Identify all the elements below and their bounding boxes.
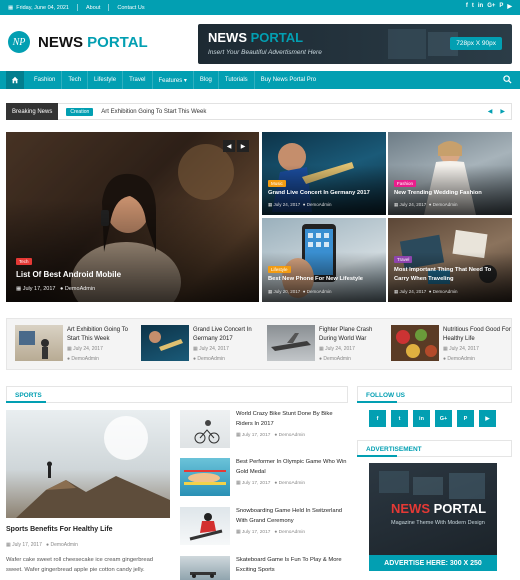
nav-item-buy-pro[interactable]: Buy News Portal Pro <box>255 71 322 89</box>
chevron-right-icon[interactable]: ▶ <box>500 108 505 115</box>
main-navigation: Fashion Tech Lifestyle Travel Features ▾… <box>0 71 520 89</box>
category-badge[interactable]: Fashion <box>394 180 417 187</box>
section-heading-sports: SPORTS <box>6 386 348 403</box>
post-title[interactable]: Best New Phone For New Lifestyle <box>268 276 383 282</box>
post-meta: ▦ July 24, 2017 ● DemoAdmin <box>394 289 458 294</box>
post-meta: ▦ July 17, 2017 ● DemoAdmin <box>16 286 96 292</box>
search-icon[interactable] <box>503 75 512 86</box>
site-logo[interactable]: NP NEWS PORTAL <box>8 31 148 53</box>
ticker-controls: ◀ ▶ <box>488 108 505 115</box>
breaking-label: Breaking News <box>6 103 59 120</box>
category-badge[interactable]: Travel <box>394 256 413 263</box>
nav-item-features[interactable]: Features ▾ <box>153 71 194 89</box>
featured-tile-wedding[interactable]: Fashion New Trending Wedding Fashion ▦ J… <box>388 132 512 215</box>
facebook-icon[interactable]: f <box>466 3 468 10</box>
post-meta: ▦ July 17, 2017 ● DemoAdmin <box>6 542 78 548</box>
section-heading-follow-us: FOLLOW US <box>357 386 512 403</box>
ad-subtitle: Insert Your Beautiful Advertisment Here <box>208 49 322 56</box>
top-social-icons: f t in G+ P ▶ <box>466 3 512 10</box>
slider-prev-button[interactable]: ◀ <box>223 140 235 152</box>
top-link-contact[interactable]: Contact Us <box>117 5 144 11</box>
linkedin-icon[interactable]: in <box>413 410 430 427</box>
google-plus-icon[interactable]: G+ <box>487 3 495 10</box>
post-title[interactable]: Most Important Thing That Need To Carry … <box>394 266 506 283</box>
post-thumbnail <box>6 410 170 518</box>
category-badge[interactable]: Tech <box>16 258 32 265</box>
post-thumbnail <box>180 458 230 496</box>
sidebar-advertisement[interactable]: NEWS PORTAL Magazine Theme With Modern D… <box>369 463 497 571</box>
facebook-icon[interactable]: f <box>369 410 386 427</box>
strip-post[interactable]: Grand Live Concert In Germany 2017 ▦ Jul… <box>139 325 259 365</box>
ad-cta[interactable]: ADVERTISE HERE: 300 X 250 <box>369 555 497 571</box>
date-label: ▦ Friday, June 04, 2021 <box>8 4 69 11</box>
ad-subtitle: Magazine Theme With Modern Design <box>391 520 485 526</box>
featured-main-post[interactable]: Tech List Of Best Android Mobile ▦ July … <box>6 132 259 302</box>
pinterest-icon[interactable]: P <box>457 410 474 427</box>
slider-next-button[interactable]: ▶ <box>237 140 249 152</box>
post-thumbnail <box>15 325 63 361</box>
breaking-badge: Creation <box>66 107 94 116</box>
top-bar: ▦ Friday, June 04, 2021 About Contact Us … <box>0 0 520 15</box>
ad-title: NEWS PORTAL <box>391 501 487 516</box>
post-title[interactable]: Grand Live Concert In Germany 2017 <box>268 190 383 196</box>
sports-list-item[interactable]: Snowboarding Game Held In Switzerland Wi… <box>180 507 348 547</box>
post-thumbnail <box>267 325 315 361</box>
breaking-headline[interactable]: Art Exhibition Going To Start This Week <box>101 109 206 115</box>
category-badge[interactable]: Lifestyle <box>268 266 291 273</box>
nav-item-blog[interactable]: Blog <box>194 71 219 89</box>
youtube-icon[interactable]: ▶ <box>479 410 496 427</box>
sports-main-post[interactable]: Sports Benefits For Healthy Life ▦ July … <box>6 410 170 580</box>
section-heading-advertisement: ADVERTISEMENT <box>357 440 512 457</box>
linkedin-icon[interactable]: in <box>478 3 483 10</box>
post-thumbnail <box>141 325 189 361</box>
calendar-icon: ▦ <box>16 286 22 292</box>
post-meta: ▦ July 20, 2017 ● DemoAdmin <box>268 289 332 294</box>
post-title[interactable]: List Of Best Android Mobile <box>16 270 121 279</box>
google-plus-icon[interactable]: G+ <box>435 410 452 427</box>
post-thumbnail <box>180 410 230 448</box>
post-thumbnail <box>180 556 230 580</box>
nav-item-tutorials[interactable]: Tutorials <box>219 71 255 89</box>
post-excerpt: Wafer cake sweet roll cheesecake ice cre… <box>6 557 154 573</box>
category-badge[interactable]: Music <box>268 180 286 187</box>
twitter-icon[interactable]: t <box>391 410 408 427</box>
recent-posts-strip: Art Exhibition Going To Start This Week … <box>6 318 512 370</box>
nav-item-fashion[interactable]: Fashion <box>28 71 63 89</box>
post-thumbnail <box>180 507 230 545</box>
header-advertisement[interactable]: NEWS PORTAL Insert Your Beautiful Advert… <box>198 24 512 64</box>
post-thumbnail <box>391 325 439 361</box>
nav-item-tech[interactable]: Tech <box>62 71 89 89</box>
top-link-about[interactable]: About <box>86 5 100 11</box>
site-title: NEWS PORTAL <box>38 33 148 51</box>
post-meta: ▦ July 24, 2017 ● DemoAdmin <box>394 202 458 207</box>
post-meta: ▦ July 24, 2017 ● DemoAdmin <box>268 202 332 207</box>
calendar-icon: ▦ <box>8 4 14 11</box>
ad-size-badge: 728px X 90px <box>450 37 502 50</box>
strip-post[interactable]: Art Exhibition Going To Start This Week … <box>13 325 133 365</box>
post-title[interactable]: Sports Benefits For Healthy Life <box>6 526 113 533</box>
user-icon: ● <box>60 286 64 292</box>
chevron-left-icon[interactable]: ◀ <box>488 108 493 115</box>
featured-tile-phone[interactable]: Lifestyle Best New Phone For New Lifesty… <box>262 218 386 302</box>
featured-tile-concert[interactable]: Music Grand Live Concert In Germany 2017… <box>262 132 386 215</box>
youtube-icon[interactable]: ▶ <box>507 3 512 10</box>
post-title[interactable]: New Trending Wedding Fashion <box>394 190 509 196</box>
sports-list-item[interactable]: Skateboard Game Is Fun To Play & More Ex… <box>180 556 348 580</box>
sports-list-item[interactable]: Best Performer In Olympic Game Who Win G… <box>180 458 348 498</box>
nav-item-travel[interactable]: Travel <box>123 71 153 89</box>
breaking-news-ticker: Breaking News Creation Art Exhibition Go… <box>6 103 512 120</box>
strip-post[interactable]: Fighter Plane Crash During World War ▦ J… <box>265 325 385 365</box>
logo-mark: NP <box>8 31 30 53</box>
strip-post[interactable]: Nutritious Food Good For Healthy Life ▦ … <box>389 325 511 365</box>
twitter-icon[interactable]: t <box>472 3 474 10</box>
featured-tile-travel[interactable]: Travel Most Important Thing That Need To… <box>388 218 512 302</box>
nav-item-lifestyle[interactable]: Lifestyle <box>88 71 124 89</box>
pinterest-icon[interactable]: P <box>499 3 503 10</box>
home-icon[interactable] <box>6 71 24 89</box>
ad-title: NEWS PORTAL <box>208 30 304 45</box>
sports-list-item[interactable]: World Crazy Bike Stunt Done By Bike Ride… <box>180 410 348 450</box>
